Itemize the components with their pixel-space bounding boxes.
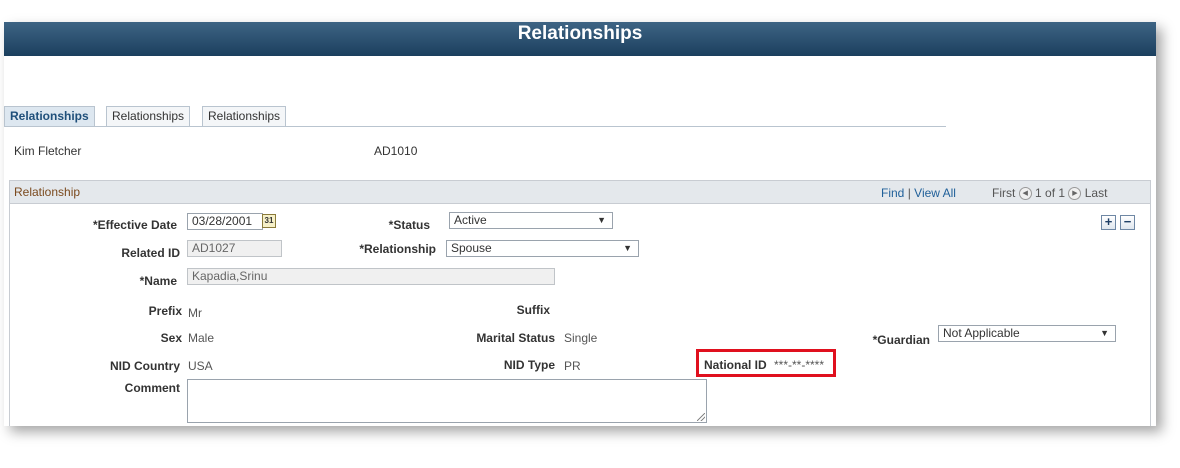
suffix-label: Suffix [516, 303, 550, 317]
related-id-label: Related ID [121, 246, 180, 260]
find-link[interactable]: Find [881, 186, 904, 200]
comment-textarea[interactable] [187, 379, 707, 423]
marital-status-label: Marital Status [476, 331, 555, 345]
guardian-label: *Guardian [872, 333, 930, 347]
comment-label: Comment [124, 381, 180, 395]
nid-type-label: NID Type [503, 358, 555, 372]
name-input[interactable]: Kapadia,Srinu [187, 268, 555, 285]
nav-separator: | [907, 186, 911, 200]
sex-label: Sex [160, 331, 182, 345]
status-label: *Status [388, 218, 430, 232]
effective-date-label: *Effective Date [92, 218, 177, 232]
last-label: Last [1084, 186, 1108, 200]
chevron-down-icon: ▼ [623, 243, 632, 253]
nid-type-value: PR [564, 359, 581, 373]
marital-status-value: Single [564, 331, 598, 345]
relationship-value: Spouse [451, 241, 492, 255]
calendar-icon[interactable]: 31 [262, 214, 276, 228]
person-name: Kim Fletcher [14, 144, 82, 158]
guardian-value: Not Applicable [943, 326, 1020, 340]
relationship-select[interactable]: Spouse ▼ [446, 240, 639, 257]
tab-relationships-3[interactable]: Relationships [202, 106, 287, 126]
section-header: Relationship Find | View All First ◀ 1 o… [10, 181, 1150, 204]
tab-relationships-1[interactable]: Relationships [4, 106, 95, 126]
status-value: Active [454, 213, 487, 227]
add-row-button[interactable]: + [1101, 215, 1116, 230]
chevron-down-icon: ▼ [1100, 328, 1109, 338]
name-label: *Name [139, 274, 177, 288]
relationship-label: *Relationship [359, 242, 436, 256]
view-all-link[interactable]: View All [914, 186, 956, 200]
relationships-panel: Relationships Relationships Relationship… [4, 22, 1156, 426]
tab-relationships-2[interactable]: Relationships [106, 106, 191, 126]
row-count: 1 of 1 [1035, 186, 1066, 200]
nid-country-label: NID Country [110, 359, 180, 373]
person-id: AD1010 [374, 144, 418, 158]
chevron-down-icon: ▼ [597, 215, 606, 225]
section-title: Relationship [14, 185, 81, 199]
national-id-highlight [696, 349, 836, 377]
sex-value: Male [188, 331, 215, 345]
first-label: First [992, 186, 1016, 200]
prefix-value: Mr [188, 306, 202, 320]
guardian-select[interactable]: Not Applicable ▼ [938, 325, 1116, 342]
previous-row-icon[interactable]: ◀ [1018, 187, 1032, 201]
tab-divider [4, 126, 946, 127]
nid-country-value: USA [188, 359, 213, 373]
resize-grip-icon[interactable] [697, 413, 705, 421]
prefix-label: Prefix [148, 304, 182, 318]
effective-date-input[interactable]: 03/28/2001 [187, 213, 263, 230]
next-row-icon[interactable]: ▶ [1068, 187, 1082, 201]
delete-row-button[interactable]: − [1120, 215, 1135, 230]
status-select[interactable]: Active ▼ [449, 212, 613, 229]
related-id-input[interactable]: AD1027 [187, 240, 282, 257]
page-title: Relationships [4, 22, 1156, 56]
